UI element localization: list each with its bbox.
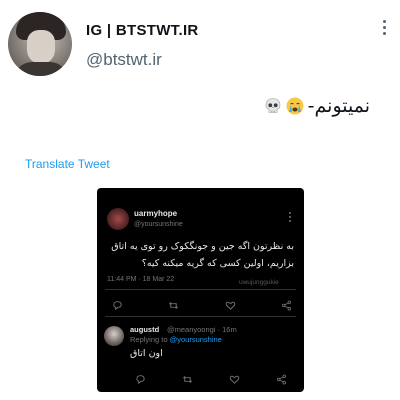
reply-action-row <box>135 370 287 385</box>
retweet-icon <box>182 370 193 383</box>
share-icon <box>276 370 287 385</box>
embedded-tweet-text: به نظرتون اگه جین و جونگکوک رو توی یه ات… <box>111 241 294 269</box>
like-icon <box>225 296 236 310</box>
author-name[interactable]: IG | BTSTWT.IR <box>86 22 199 39</box>
embedded-action-row <box>112 296 292 311</box>
embedded-divider-2 <box>105 316 296 317</box>
loudly-crying-emoji-icon <box>286 97 304 115</box>
share-icon <box>281 296 292 311</box>
reply-author-avatar <box>104 326 124 346</box>
reply-text: اون اتاق <box>130 348 163 359</box>
embedded-more-icon <box>288 212 292 224</box>
embedded-divider <box>105 289 296 290</box>
reply-handle-time: @meanyoongi · 16m <box>167 325 237 334</box>
more-options-icon[interactable] <box>378 20 390 40</box>
embedded-timestamp: 11:44 PM · 18 Mar 22 <box>107 276 175 283</box>
like-icon <box>229 370 240 384</box>
embedded-author-name: uarmyhope <box>134 209 178 218</box>
embedded-author-handle: @yoursunshine <box>134 221 183 228</box>
reply-author-name: augustd <box>130 325 160 334</box>
embedded-watermark: uwujunggukie <box>239 279 279 286</box>
retweet-icon <box>168 296 179 309</box>
reply-icon <box>112 296 123 311</box>
embedded-tweet-image[interactable]: uarmyhope @yoursunshine به نظرتون اگه جی… <box>97 188 304 392</box>
author-handle[interactable]: @btstwt.ir <box>86 50 162 70</box>
replying-to-line: Replying to @yoursunshine <box>130 335 222 344</box>
reply-icon <box>135 370 146 385</box>
embedded-author-avatar <box>107 208 129 230</box>
author-avatar[interactable] <box>8 12 72 76</box>
tweet-text-content: نمیتونم- <box>307 95 370 117</box>
tweet-text: نمیتونم- <box>264 95 370 117</box>
replying-to-prefix: Replying to <box>130 335 168 344</box>
tweet-header: IG | BTSTWT.IR @btstwt.ir <box>0 0 400 90</box>
replying-to-handle: @yoursunshine <box>169 335 222 344</box>
skull-emoji-icon <box>264 97 282 115</box>
translate-tweet-link[interactable]: Translate Tweet <box>25 157 110 171</box>
